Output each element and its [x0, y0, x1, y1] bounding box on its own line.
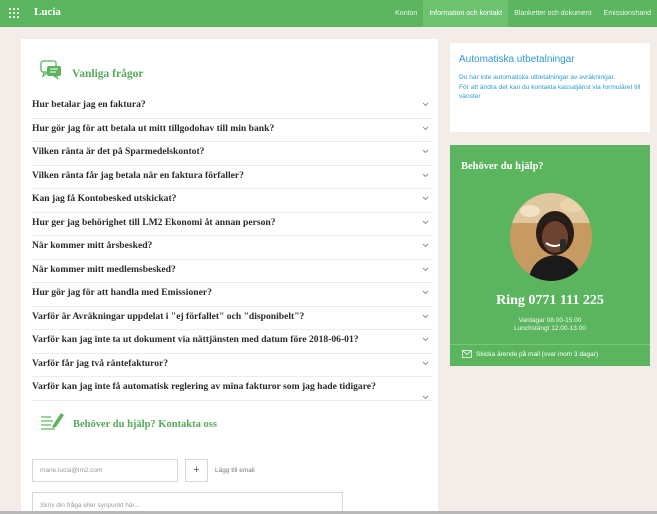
faq-question[interactable]: Varför är Avräkningar uppdelat i "ej för…	[32, 311, 304, 322]
faq-item[interactable]: Kan jag få Kontobesked utskickat?	[32, 189, 432, 213]
help-title: Behöver du hjälp?	[461, 161, 544, 172]
faq-question[interactable]: Hur betalar jag en faktura?	[32, 99, 146, 110]
chevron-down-icon[interactable]	[421, 359, 430, 368]
email-field[interactable]: marie.lucia@lm2.com	[32, 459, 178, 482]
faq-chat-icon	[40, 60, 61, 80]
chevron-down-icon[interactable]	[421, 241, 430, 250]
faq-item[interactable]: Varför är Avräkningar uppdelat i "ej för…	[32, 307, 432, 330]
faq-item[interactable]: Hur gör jag för att handla med Emissione…	[32, 283, 432, 307]
contact-title: Behöver du hjälp? Kontakta oss	[73, 418, 217, 430]
phone-number[interactable]: Ring 0771 111 225	[450, 293, 650, 309]
faq-question[interactable]: Hur gör jag för att handla med Emissione…	[32, 287, 212, 298]
faq-list: Hur betalar jag en faktura? Hur gör jag f…	[32, 95, 432, 401]
add-email-label[interactable]: Lägg till email	[215, 467, 255, 474]
chevron-down-icon[interactable]	[421, 171, 430, 180]
faq-item[interactable]: Hur betalar jag en faktura?	[32, 95, 432, 119]
nav-konton[interactable]: Konton	[389, 0, 423, 27]
send-mail-link[interactable]: Skicka ärende på mail (svar inom 3 dagar…	[462, 350, 598, 358]
mail-icon	[462, 350, 472, 358]
faq-header: Vanliga frågor	[39, 59, 143, 81]
faq-question[interactable]: När kommer mitt medlemsbesked?	[32, 264, 176, 275]
help-divider	[450, 344, 650, 345]
chevron-down-icon[interactable]	[421, 312, 430, 321]
nav-blanketter-och-dokument[interactable]: Blanketter och dokument	[508, 0, 597, 27]
faq-question[interactable]: Hur gör jag för att betala ut mitt tillg…	[32, 123, 274, 134]
chevron-down-icon[interactable]	[421, 393, 430, 402]
nav-information-och-kontakt[interactable]: Information och kontakt	[423, 0, 509, 27]
automatic-payments-title: Automatiska utbetalningar	[459, 54, 575, 65]
faq-question[interactable]: Varför får jag två räntefakturor?	[32, 358, 168, 369]
faq-question[interactable]: Vilken ränta är det på Sparmedelskontot?	[32, 146, 204, 157]
automatic-payments-text: Du har inte automatiska utbetalningar av…	[459, 74, 616, 81]
faq-question[interactable]: Vilken ränta får jag betala när en faktu…	[32, 170, 244, 181]
faq-item[interactable]: Varför kan jag inte ta ut dokument via n…	[32, 330, 432, 354]
hours-weekdays: Vardagar 08.00-15.00	[518, 317, 582, 324]
faq-item[interactable]: Varför får jag två räntefakturor?	[32, 354, 432, 377]
grid-icon[interactable]	[9, 8, 19, 18]
add-email-button[interactable]: +	[185, 459, 208, 482]
automatic-payments-text-2[interactable]: För att ändra det kan du kontakta kassal…	[459, 83, 641, 102]
chevron-down-icon[interactable]	[421, 218, 430, 227]
chevron-down-icon[interactable]	[421, 147, 430, 156]
faq-panel: Vanliga frågor Hur betalar jag en faktur…	[21, 39, 438, 514]
faq-title: Vanliga frågor	[72, 68, 144, 80]
chevron-down-icon[interactable]	[421, 335, 430, 344]
contact-header: Behöver du hjälp? Kontakta oss	[39, 409, 217, 433]
top-navigation-bar: Lucia Konton Information och kontakt Bla…	[0, 0, 657, 27]
faq-item[interactable]: Vilken ränta är det på Sparmedelskontot?	[32, 142, 432, 166]
hours-lunch: Lunchstängt 12.00-13.00	[514, 325, 586, 332]
faq-question[interactable]: När kommer mitt årsbesked?	[32, 240, 152, 251]
faq-item[interactable]: Hur ger jag behörighet till LM2 Ekonomi …	[32, 213, 432, 236]
faq-question[interactable]: Hur ger jag behörighet till LM2 Ekonomi …	[32, 217, 276, 228]
opening-hours: Vardagar 08.00-15.00 Lunchstängt 12.00-1…	[450, 317, 650, 333]
chevron-down-icon[interactable]	[421, 265, 430, 274]
chevron-down-icon[interactable]	[421, 288, 430, 297]
faq-question[interactable]: Varför kan jag inte ta ut dokument via n…	[32, 334, 359, 345]
main-nav: Konton Information och kontakt Blankette…	[389, 0, 657, 27]
support-agent-avatar	[510, 193, 592, 281]
faq-item[interactable]: Varför kan jag inte få automatisk regler…	[32, 377, 432, 401]
send-mail-text[interactable]: Skicka ärende på mail (svar inom 3 dagar…	[476, 351, 598, 358]
nav-emissionshandel[interactable]: Emissionshand	[598, 0, 657, 27]
chevron-down-icon[interactable]	[421, 194, 430, 203]
contact-pen-icon	[41, 413, 64, 430]
brand-name[interactable]: Lucia	[34, 6, 61, 18]
faq-item[interactable]: Vilken ränta får jag betala när en faktu…	[32, 166, 432, 189]
faq-question[interactable]: Varför kan jag inte få automatisk regler…	[32, 381, 376, 392]
faq-item[interactable]: När kommer mitt årsbesked?	[32, 236, 432, 260]
chevron-down-icon[interactable]	[421, 100, 430, 109]
faq-item[interactable]: När kommer mitt medlemsbesked?	[32, 260, 432, 283]
chevron-down-icon[interactable]	[421, 124, 430, 133]
help-card: Behöver du hjälp? Ring 0771 111 225 Vard…	[450, 145, 650, 366]
faq-question[interactable]: Kan jag få Kontobesked utskickat?	[32, 193, 176, 204]
automatic-payments-card: Automatiska utbetalningar Du har inte au…	[450, 43, 650, 132]
faq-item[interactable]: Hur gör jag för att betala ut mitt tillg…	[32, 119, 432, 142]
